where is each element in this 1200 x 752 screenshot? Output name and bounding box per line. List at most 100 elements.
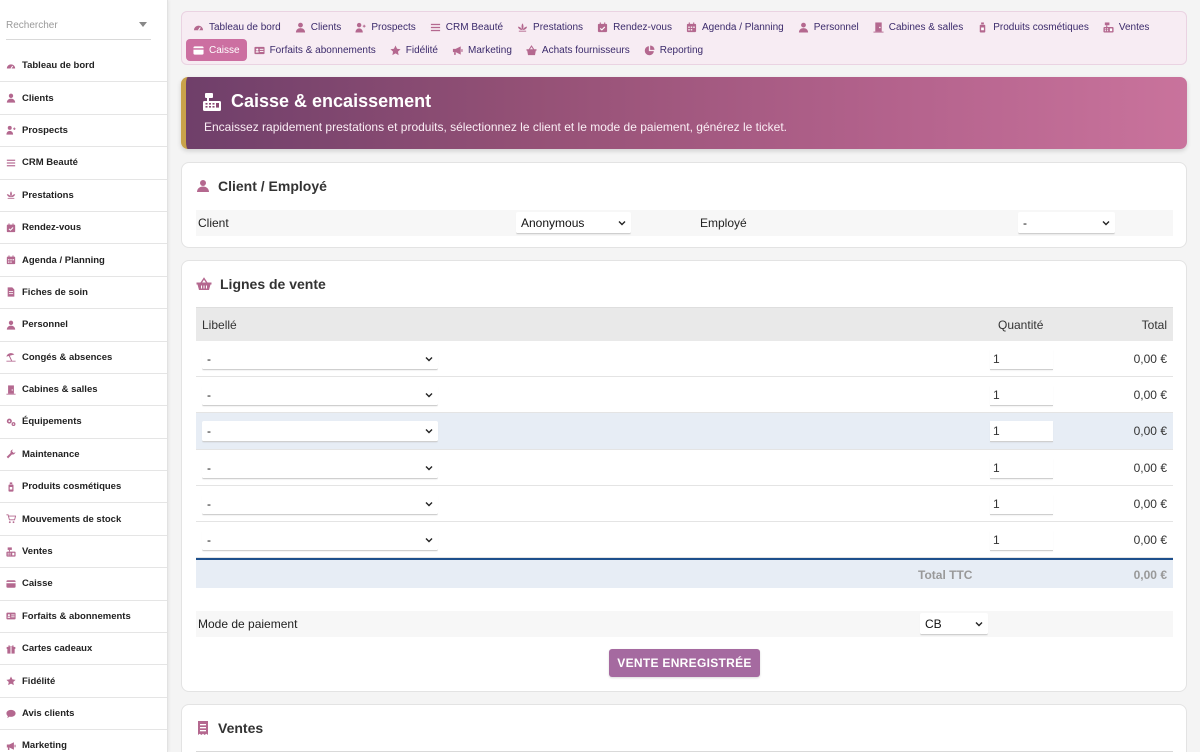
wrench-icon xyxy=(6,449,16,459)
sidebar-item-prospects[interactable]: Prospects xyxy=(0,115,167,148)
sidebar-item-mouvements-de-stock[interactable]: Mouvements de stock xyxy=(0,503,167,536)
item-select[interactable]: - xyxy=(202,349,438,370)
door-icon xyxy=(873,21,884,33)
quantity-input[interactable]: 1 xyxy=(990,421,1053,443)
sidebar-item-caisse[interactable]: Caisse xyxy=(0,568,167,601)
sidebar-item-marketing[interactable]: Marketing xyxy=(0,730,167,752)
item-select[interactable]: - xyxy=(202,493,438,515)
nav-item-personnel[interactable]: Personnel xyxy=(791,16,866,38)
quantity-input[interactable]: 1 xyxy=(990,529,1053,551)
nav-item-label: Caisse xyxy=(209,44,240,56)
user-icon xyxy=(798,22,809,33)
sidebar-item-cartes-cadeaux[interactable]: Cartes cadeaux xyxy=(0,633,167,666)
nav-item-prestations[interactable]: Prestations xyxy=(510,16,590,38)
line-total: 0,00 € xyxy=(1133,532,1167,547)
sidebar-item-agenda-planning[interactable]: Agenda / Planning xyxy=(0,244,167,277)
nav-item-marketing[interactable]: Marketing xyxy=(445,39,519,61)
sidebar: Tableau de bord Clients Prospects CRM Beaut… xyxy=(0,0,168,752)
page-banner: Caisse & encaissement Encaissez rapideme… xyxy=(181,77,1187,149)
lotus-icon xyxy=(517,22,528,33)
sidebar-item-ventes[interactable]: Ventes xyxy=(0,536,167,569)
nav-item-fidelite[interactable]: Fidélité xyxy=(383,39,445,61)
sidebar-item-rendez-vous[interactable]: Rendez-vous xyxy=(0,212,167,245)
sidebar-item-equipements[interactable]: Équipements xyxy=(0,406,167,439)
item-select-value: - xyxy=(207,496,211,511)
sidebar-item-fidelite[interactable]: Fidélité xyxy=(0,665,167,698)
quantity-input[interactable]: 1 xyxy=(990,385,1053,407)
column-header-total: Total xyxy=(1141,318,1167,332)
user-icon xyxy=(6,93,16,103)
item-select-value: - xyxy=(207,460,211,475)
nav-item-crm-beaute[interactable]: CRM Beauté xyxy=(423,16,510,38)
sidebar-item-avis-clients[interactable]: Avis clients xyxy=(0,698,167,731)
door-icon xyxy=(6,385,16,395)
nav-item-rendez-vous[interactable]: Rendez-vous xyxy=(590,16,679,38)
quantity-input[interactable]: 1 xyxy=(990,493,1053,515)
star-icon xyxy=(390,45,401,56)
sidebar-item-produits-cosmetiques[interactable]: Produits cosmétiques xyxy=(0,471,167,504)
chevron-down-icon[interactable] xyxy=(139,22,147,27)
nav-item-cabines-salles[interactable]: Cabines & salles xyxy=(866,16,970,38)
nav-item-prospects[interactable]: Prospects xyxy=(348,16,422,38)
sidebar-item-label: Mouvements de stock xyxy=(22,513,122,525)
nav-item-tableau-de-bord[interactable]: Tableau de bord xyxy=(186,16,288,38)
employee-select[interactable]: - xyxy=(1018,212,1115,234)
quantity-input[interactable]: 1 xyxy=(990,349,1053,370)
payment-select[interactable]: CB xyxy=(920,613,988,635)
id-card-icon xyxy=(6,611,16,621)
table-row: - 1 0,00 € xyxy=(196,450,1173,486)
nav-item-clients[interactable]: Clients xyxy=(288,16,349,38)
sales-lines-card: Lignes de vente Libellé Quantité Total -… xyxy=(181,260,1187,692)
nav-item-achats-fournisseurs[interactable]: Achats fournisseurs xyxy=(519,39,637,61)
basket-icon xyxy=(196,277,212,291)
nav-item-label: Rendez-vous xyxy=(613,21,672,33)
item-select[interactable]: - xyxy=(202,457,438,479)
sidebar-item-maintenance[interactable]: Maintenance xyxy=(0,439,167,472)
client-employee-row: Client Anonymous Employé - xyxy=(196,210,1173,236)
item-select[interactable]: - xyxy=(202,385,438,407)
user-plus-icon xyxy=(355,22,366,33)
nav-item-ventes[interactable]: Ventes xyxy=(1096,16,1157,38)
table-row: - 1 0,00 € xyxy=(196,413,1173,450)
star-icon xyxy=(6,676,16,686)
nav-item-reporting[interactable]: Reporting xyxy=(637,39,710,61)
item-select[interactable]: - xyxy=(202,421,438,443)
page-title: Caisse & encaissement xyxy=(202,91,431,112)
sidebar-item-conges-absences[interactable]: Congés & absences xyxy=(0,342,167,374)
sidebar-item-label: Forfaits & abonnements xyxy=(22,610,131,622)
sidebar-item-tableau-de-bord[interactable]: Tableau de bord xyxy=(0,50,167,83)
client-select[interactable]: Anonymous xyxy=(516,212,631,234)
search-box[interactable] xyxy=(6,10,151,40)
nav-item-caisse[interactable]: Caisse xyxy=(186,39,247,61)
search-input[interactable] xyxy=(6,10,136,36)
nav-item-agenda-planning[interactable]: Agenda / Planning xyxy=(679,16,791,38)
cash-register-icon xyxy=(202,92,222,112)
sidebar-item-clients[interactable]: Clients xyxy=(0,82,167,115)
sidebar-item-forfaits-abonnements[interactable]: Forfaits & abonnements xyxy=(0,601,167,634)
item-select[interactable]: - xyxy=(202,529,438,551)
chevron-down-icon xyxy=(425,464,433,472)
table-header: Libellé Quantité Total xyxy=(196,307,1173,341)
employee-select-value: - xyxy=(1023,215,1027,230)
sales-lines-table: Libellé Quantité Total -1 0,00 € -1 0,00 € -… xyxy=(196,307,1173,589)
nav-item-label: Reporting xyxy=(659,44,704,56)
save-sale-button[interactable]: VENTE ENREGISTRÉE xyxy=(609,649,760,677)
sidebar-item-personnel[interactable]: Personnel xyxy=(0,309,167,342)
chevron-down-icon xyxy=(425,427,433,435)
sidebar-item-cabines-salles[interactable]: Cabines & salles xyxy=(0,374,167,407)
dashboard-icon xyxy=(6,61,16,71)
quantity-input[interactable]: 1 xyxy=(990,457,1053,479)
pie-chart-icon xyxy=(644,44,655,56)
section-title: Lignes de vente xyxy=(196,276,326,292)
nav-item-label: Agenda / Planning xyxy=(701,21,784,33)
sidebar-item-label: Prestations xyxy=(22,189,74,201)
sidebar-item-prestations[interactable]: Prestations xyxy=(0,180,167,212)
calendar-check-icon xyxy=(597,21,608,33)
sidebar-item-label: Agenda / Planning xyxy=(22,254,105,266)
nav-item-forfaits-abonnements[interactable]: Forfaits & abonnements xyxy=(247,39,383,61)
page-title-text: Caisse & encaissement xyxy=(231,91,432,111)
sidebar-item-fiches-de-soin[interactable]: Fiches de soin xyxy=(0,277,167,310)
sidebar-item-crm-beaute[interactable]: CRM Beauté xyxy=(0,147,167,180)
nav-item-produits-cosmetiques[interactable]: Produits cosmétiques xyxy=(970,16,1096,38)
nav-item-label: Clients xyxy=(310,21,342,33)
